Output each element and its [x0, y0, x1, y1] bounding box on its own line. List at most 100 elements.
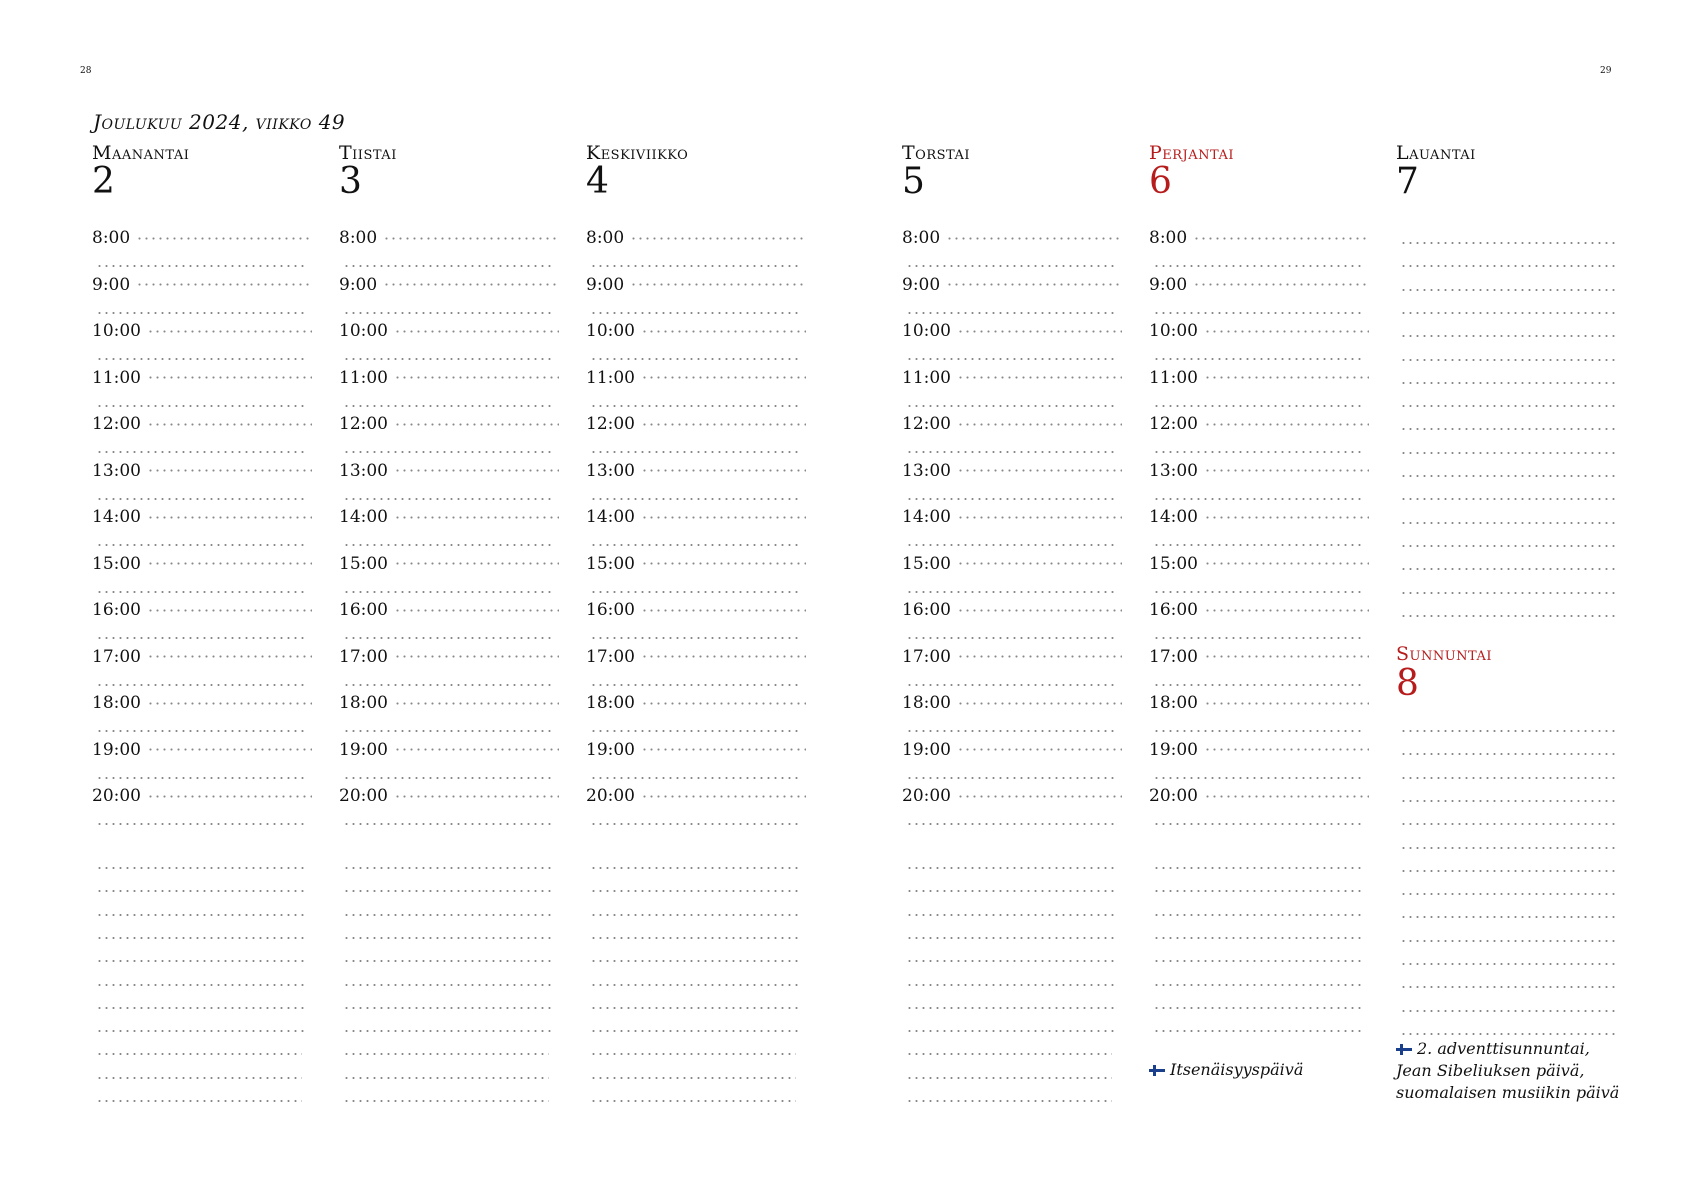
hour-row[interactable]: 19:00 — [339, 739, 559, 762]
hour-row[interactable]: 20:00 — [1149, 785, 1369, 808]
writing-line[interactable] — [906, 1075, 1112, 1080]
writing-line[interactable] — [96, 1052, 302, 1057]
writing-line[interactable] — [96, 866, 308, 870]
hour-row[interactable]: 17:00 — [339, 646, 559, 669]
hour-row[interactable]: 15:00 — [92, 553, 312, 576]
hour-row[interactable]: 10:00 — [92, 320, 312, 343]
hour-row[interactable]: 16:00 — [586, 599, 806, 622]
hour-row[interactable]: 11:00 — [339, 367, 559, 390]
hour-row[interactable]: 9:00 — [586, 274, 806, 297]
writing-line[interactable] — [96, 403, 308, 408]
writing-line[interactable] — [96, 889, 308, 894]
hour-row[interactable]: 14:00 — [902, 506, 1122, 529]
writing-line[interactable] — [343, 589, 555, 594]
writing-line[interactable] — [96, 496, 308, 501]
writing-line[interactable] — [1400, 380, 1618, 385]
hour-row[interactable]: 18:00 — [902, 692, 1122, 715]
writing-line[interactable] — [590, 450, 802, 454]
writing-line[interactable] — [906, 729, 1118, 733]
writing-line[interactable] — [343, 357, 555, 361]
writing-line[interactable] — [590, 1099, 796, 1103]
writing-line[interactable] — [1400, 938, 1618, 943]
writing-line[interactable] — [590, 264, 802, 268]
writing-line[interactable] — [590, 729, 802, 733]
writing-line[interactable] — [343, 982, 555, 987]
writing-line[interactable] — [1400, 868, 1618, 873]
writing-line[interactable] — [590, 959, 802, 964]
writing-line[interactable] — [343, 450, 555, 454]
writing-line[interactable] — [906, 822, 1118, 826]
hour-row[interactable]: 19:00 — [586, 739, 806, 762]
writing-line[interactable] — [343, 543, 555, 547]
writing-line[interactable] — [96, 682, 308, 687]
hour-row[interactable]: 9:00 — [902, 274, 1122, 297]
writing-line[interactable] — [96, 357, 308, 361]
writing-line[interactable] — [1400, 264, 1618, 269]
hour-row[interactable]: 11:00 — [1149, 367, 1369, 390]
writing-line[interactable] — [1400, 775, 1618, 780]
writing-line[interactable] — [96, 264, 308, 268]
writing-line[interactable] — [590, 496, 802, 501]
hour-row[interactable]: 18:00 — [586, 692, 806, 715]
writing-line[interactable] — [96, 1005, 308, 1010]
writing-line[interactable] — [906, 543, 1118, 547]
writing-line[interactable] — [1153, 310, 1365, 315]
writing-line[interactable] — [343, 1075, 549, 1080]
writing-line[interactable] — [906, 403, 1118, 408]
hour-row[interactable]: 8:00 — [1149, 227, 1369, 250]
hour-row[interactable]: 9:00 — [92, 274, 312, 297]
writing-line[interactable] — [1400, 729, 1618, 733]
writing-line[interactable] — [343, 310, 555, 315]
writing-line[interactable] — [343, 822, 555, 826]
hour-row[interactable]: 13:00 — [339, 460, 559, 483]
hour-row[interactable]: 17:00 — [1149, 646, 1369, 669]
writing-line[interactable] — [590, 1052, 796, 1057]
writing-line[interactable] — [590, 935, 802, 940]
writing-line[interactable] — [1400, 962, 1618, 966]
writing-line[interactable] — [343, 889, 555, 894]
writing-line[interactable] — [343, 1029, 555, 1034]
hour-row[interactable]: 14:00 — [586, 506, 806, 529]
writing-line[interactable] — [590, 589, 802, 594]
writing-line[interactable] — [1400, 287, 1618, 292]
writing-line[interactable] — [1400, 543, 1618, 548]
writing-line[interactable] — [343, 264, 555, 268]
writing-line[interactable] — [1400, 357, 1618, 362]
writing-line[interactable] — [590, 636, 802, 640]
writing-line[interactable] — [1153, 496, 1365, 501]
writing-line[interactable] — [1400, 334, 1618, 339]
writing-line[interactable] — [906, 1099, 1112, 1103]
hour-row[interactable]: 11:00 — [586, 367, 806, 390]
writing-line[interactable] — [96, 935, 308, 940]
writing-line[interactable] — [1400, 915, 1618, 920]
hour-row[interactable]: 16:00 — [339, 599, 559, 622]
writing-line[interactable] — [96, 729, 308, 733]
hour-row[interactable]: 14:00 — [1149, 506, 1369, 529]
writing-line[interactable] — [343, 729, 555, 733]
writing-line[interactable] — [590, 357, 802, 361]
writing-line[interactable] — [590, 682, 802, 687]
writing-line[interactable] — [343, 912, 555, 917]
writing-line[interactable] — [1400, 892, 1618, 897]
writing-line[interactable] — [1400, 798, 1618, 803]
hour-row[interactable]: 17:00 — [92, 646, 312, 669]
writing-line[interactable] — [343, 1005, 555, 1010]
hour-row[interactable]: 8:00 — [586, 227, 806, 250]
writing-line[interactable] — [906, 450, 1118, 454]
writing-line[interactable] — [1153, 636, 1365, 640]
hour-row[interactable]: 18:00 — [92, 692, 312, 715]
hour-row[interactable]: 20:00 — [586, 785, 806, 808]
writing-line[interactable] — [906, 589, 1118, 594]
writing-line[interactable] — [1400, 613, 1618, 618]
writing-line[interactable] — [96, 1099, 302, 1103]
writing-line[interactable] — [343, 636, 555, 640]
hour-row[interactable]: 10:00 — [339, 320, 559, 343]
writing-line[interactable] — [96, 959, 308, 964]
hour-row[interactable]: 12:00 — [902, 413, 1122, 436]
writing-line[interactable] — [1400, 497, 1618, 502]
writing-line[interactable] — [96, 450, 308, 454]
hour-row[interactable]: 16:00 — [1149, 599, 1369, 622]
writing-line[interactable] — [96, 636, 308, 640]
writing-line[interactable] — [590, 982, 802, 987]
writing-line[interactable] — [1153, 912, 1365, 917]
